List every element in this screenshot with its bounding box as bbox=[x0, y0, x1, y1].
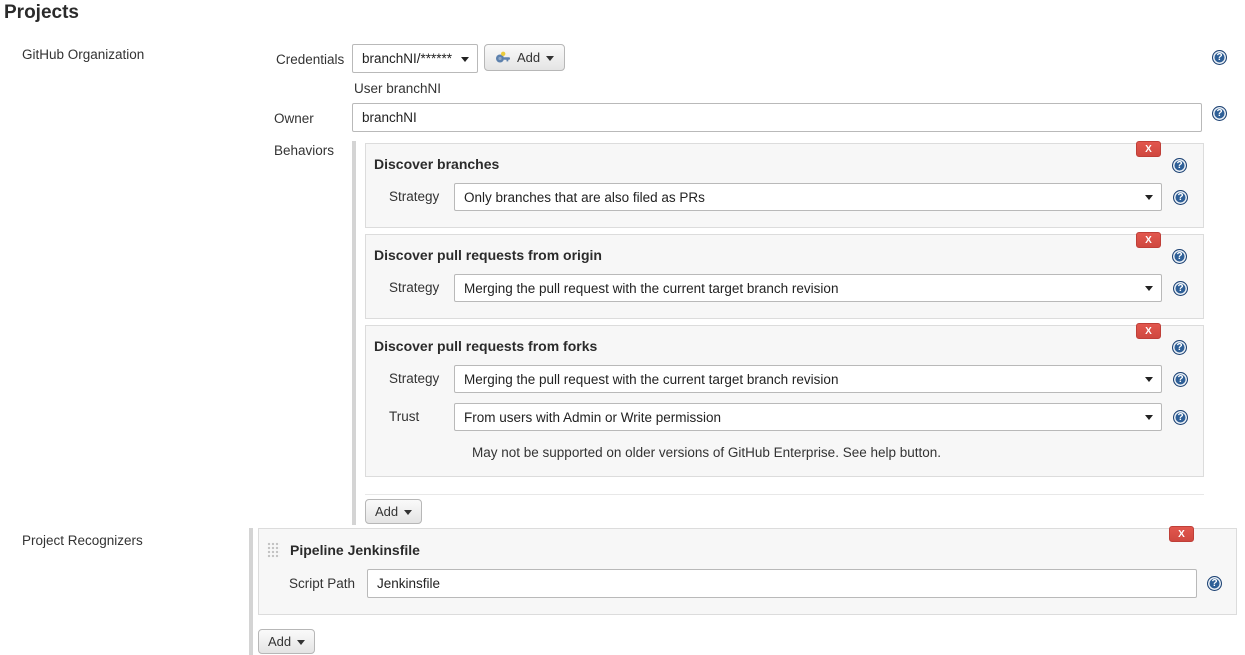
help-icon[interactable]: ? bbox=[1172, 249, 1187, 264]
trust-select-value: From users with Admin or Write permissio… bbox=[464, 410, 721, 425]
help-icon[interactable]: ? bbox=[1173, 190, 1188, 205]
strategy-label: Strategy bbox=[389, 183, 454, 204]
delete-behavior-button[interactable]: X bbox=[1136, 232, 1161, 248]
recognizer-header: Pipeline Jenkinsfile bbox=[259, 541, 1236, 558]
help-icon[interactable]: ? bbox=[1207, 576, 1222, 591]
owner-row: Owner bbox=[274, 103, 1202, 132]
chevron-down-icon bbox=[546, 56, 554, 61]
help-icon[interactable]: ? bbox=[1172, 158, 1187, 173]
strategy-label: Strategy bbox=[389, 274, 454, 295]
chevron-down-icon bbox=[1145, 415, 1153, 420]
page-title: Projects bbox=[4, 2, 79, 24]
behaviors-label: Behaviors bbox=[274, 143, 334, 158]
trust-label: Trust bbox=[389, 403, 454, 424]
key-icon bbox=[495, 51, 511, 64]
behavior-title: Discover branches bbox=[366, 156, 1203, 172]
recognizer-chunk-pipeline-jenkinsfile: X Pipeline Jenkinsfile Script Path ? bbox=[258, 528, 1237, 615]
strategy-select[interactable]: Merging the pull request with the curren… bbox=[454, 274, 1162, 302]
behavior-chunk-discover-pr-forks: X ? Discover pull requests from forks St… bbox=[365, 325, 1204, 477]
help-icon[interactable]: ? bbox=[1173, 410, 1188, 425]
trust-row: Trust From users with Admin or Write per… bbox=[366, 403, 1203, 431]
strategy-row: Strategy Merging the pull request with t… bbox=[366, 365, 1203, 393]
strategy-row: Strategy Merging the pull request with t… bbox=[366, 274, 1203, 302]
chevron-down-icon bbox=[461, 57, 469, 62]
help-icon[interactable]: ? bbox=[1173, 281, 1188, 296]
behavior-title: Discover pull requests from forks bbox=[366, 338, 1203, 354]
chevron-down-icon bbox=[297, 640, 305, 645]
delete-behavior-button[interactable]: X bbox=[1136, 141, 1161, 157]
project-recognizers-section: X Pipeline Jenkinsfile Script Path ? Add bbox=[249, 528, 1237, 655]
trust-select[interactable]: From users with Admin or Write permissio… bbox=[454, 403, 1162, 431]
help-icon[interactable]: ? bbox=[1212, 106, 1227, 121]
owner-input[interactable] bbox=[352, 103, 1202, 132]
strategy-select-value: Only branches that are also filed as PRs bbox=[464, 190, 705, 205]
jenkins-config-page: Projects GitHub Organization Credentials… bbox=[0, 0, 1245, 655]
behavior-chunk-discover-branches: X ? Discover branches Strategy Only bran… bbox=[365, 143, 1204, 228]
script-path-label: Script Path bbox=[289, 569, 367, 591]
add-behavior-button[interactable]: Add bbox=[365, 499, 422, 524]
behavior-title: Discover pull requests from origin bbox=[366, 247, 1203, 263]
help-icon[interactable]: ? bbox=[1172, 340, 1187, 355]
credentials-label: Credentials bbox=[276, 44, 352, 67]
strategy-label: Strategy bbox=[389, 365, 454, 386]
behaviors-section: X ? Discover branches Strategy Only bran… bbox=[352, 141, 1204, 525]
behavior-chunk-discover-pr-origin: X ? Discover pull requests from origin S… bbox=[365, 234, 1204, 319]
add-credentials-button[interactable]: Add bbox=[484, 44, 565, 71]
credentials-select[interactable]: branchNI/****** bbox=[352, 44, 478, 73]
trust-note: May not be supported on older versions o… bbox=[472, 445, 1203, 460]
chevron-down-icon bbox=[1145, 286, 1153, 291]
project-recognizers-label: Project Recognizers bbox=[22, 533, 143, 548]
recognizer-title: Pipeline Jenkinsfile bbox=[290, 542, 420, 558]
divider bbox=[365, 494, 1204, 495]
help-icon[interactable]: ? bbox=[1212, 50, 1227, 65]
chevron-down-icon bbox=[1145, 195, 1153, 200]
strategy-row: Strategy Only branches that are also fil… bbox=[366, 183, 1203, 211]
owner-label: Owner bbox=[274, 103, 352, 126]
chevron-down-icon bbox=[1145, 377, 1153, 382]
strategy-select-value: Merging the pull request with the curren… bbox=[464, 372, 838, 387]
delete-behavior-button[interactable]: X bbox=[1136, 323, 1161, 339]
strategy-select[interactable]: Only branches that are also filed as PRs bbox=[454, 183, 1162, 211]
strategy-select[interactable]: Merging the pull request with the curren… bbox=[454, 365, 1162, 393]
add-recognizer-label: Add bbox=[268, 634, 291, 649]
script-path-row: Script Path ? bbox=[259, 569, 1236, 598]
delete-recognizer-button[interactable]: X bbox=[1169, 526, 1194, 542]
drag-handle-icon[interactable] bbox=[267, 542, 280, 558]
github-organization-label: GitHub Organization bbox=[22, 47, 144, 62]
chevron-down-icon bbox=[404, 510, 412, 515]
credentials-description: User branchNI bbox=[354, 81, 441, 96]
add-behavior-label: Add bbox=[375, 504, 398, 519]
add-recognizer-button[interactable]: Add bbox=[258, 629, 315, 654]
strategy-select-value: Merging the pull request with the curren… bbox=[464, 281, 838, 296]
script-path-input[interactable] bbox=[367, 569, 1197, 598]
help-icon[interactable]: ? bbox=[1173, 372, 1188, 387]
credentials-row: Credentials branchNI/****** Add bbox=[276, 44, 565, 73]
add-credentials-label: Add bbox=[517, 50, 540, 65]
credentials-select-value: branchNI/****** bbox=[362, 51, 452, 66]
